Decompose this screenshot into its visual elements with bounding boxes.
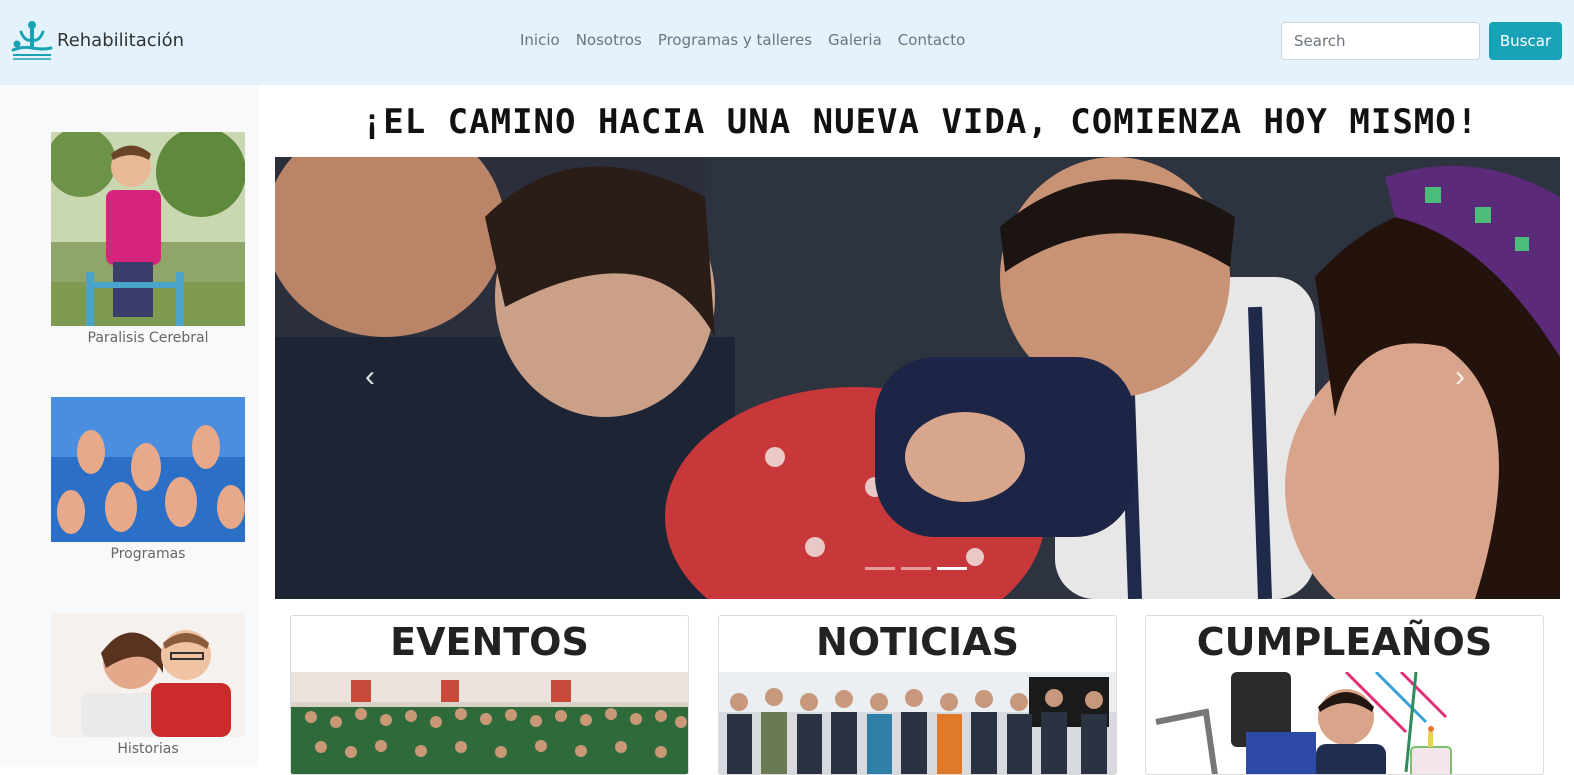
main-nav: Inicio Nosotros Programas y talleres Gal… bbox=[520, 31, 965, 49]
sidebar-item-programas[interactable]: Programas bbox=[51, 397, 245, 562]
brand-name: Rehabilitación bbox=[57, 29, 185, 51]
brand[interactable]: Rehabilitación bbox=[11, 18, 184, 62]
card-noticias[interactable]: NOTICIAS bbox=[718, 615, 1117, 775]
nav-link-contacto[interactable]: Contacto bbox=[898, 31, 966, 49]
card-title-eventos: EVENTOS bbox=[390, 620, 589, 664]
sidebar-item-paralisis[interactable]: Paralisis Cerebral bbox=[51, 132, 245, 346]
historias-image bbox=[51, 613, 245, 737]
cumpleanos-image bbox=[1146, 672, 1543, 774]
rehab-logo-icon bbox=[11, 21, 53, 60]
card-title-cumpleanos: CUMPLEAÑOS bbox=[1196, 620, 1493, 664]
sidebar: Paralisis Cerebral Programas Historias bbox=[0, 85, 259, 767]
nav-link-programas[interactable]: Programas y talleres bbox=[658, 31, 812, 49]
card-eventos[interactable]: EVENTOS bbox=[290, 615, 689, 775]
card-cumpleanos[interactable]: CUMPLEAÑOS bbox=[1145, 615, 1544, 775]
carousel-next-icon[interactable]: › bbox=[1440, 357, 1480, 397]
hero-carousel[interactable]: ‹ › bbox=[275, 157, 1560, 599]
sidebar-caption-paralisis: Paralisis Cerebral bbox=[87, 330, 209, 346]
nav-link-galeria[interactable]: Galeria bbox=[828, 31, 882, 49]
programas-image bbox=[51, 397, 245, 542]
nav-link-inicio[interactable]: Inicio bbox=[520, 31, 560, 49]
carousel-prev-icon[interactable]: ‹ bbox=[350, 357, 390, 397]
sidebar-caption-historias: Historias bbox=[117, 741, 179, 757]
carousel-indicator-1[interactable] bbox=[865, 567, 895, 570]
carousel-indicator-3[interactable] bbox=[937, 567, 967, 570]
navbar: Rehabilitación Inicio Nosotros Programas… bbox=[0, 0, 1574, 85]
card-title-noticias: NOTICIAS bbox=[816, 620, 1019, 664]
noticias-image bbox=[719, 672, 1116, 774]
paralisis-image bbox=[51, 132, 245, 326]
hero-slide-image bbox=[275, 157, 1560, 599]
carousel-indicators bbox=[865, 567, 967, 570]
nav-link-nosotros[interactable]: Nosotros bbox=[576, 31, 642, 49]
sidebar-caption-programas: Programas bbox=[110, 546, 186, 562]
eventos-image bbox=[291, 672, 688, 774]
search-button[interactable]: Buscar bbox=[1489, 22, 1562, 60]
sidebar-item-historias[interactable]: Historias bbox=[51, 613, 245, 757]
search-input[interactable] bbox=[1281, 22, 1480, 60]
carousel-indicator-2[interactable] bbox=[901, 567, 931, 570]
page-headline: ¡EL CAMINO HACIA UNA NUEVA VIDA, COMIENZ… bbox=[361, 102, 1479, 142]
